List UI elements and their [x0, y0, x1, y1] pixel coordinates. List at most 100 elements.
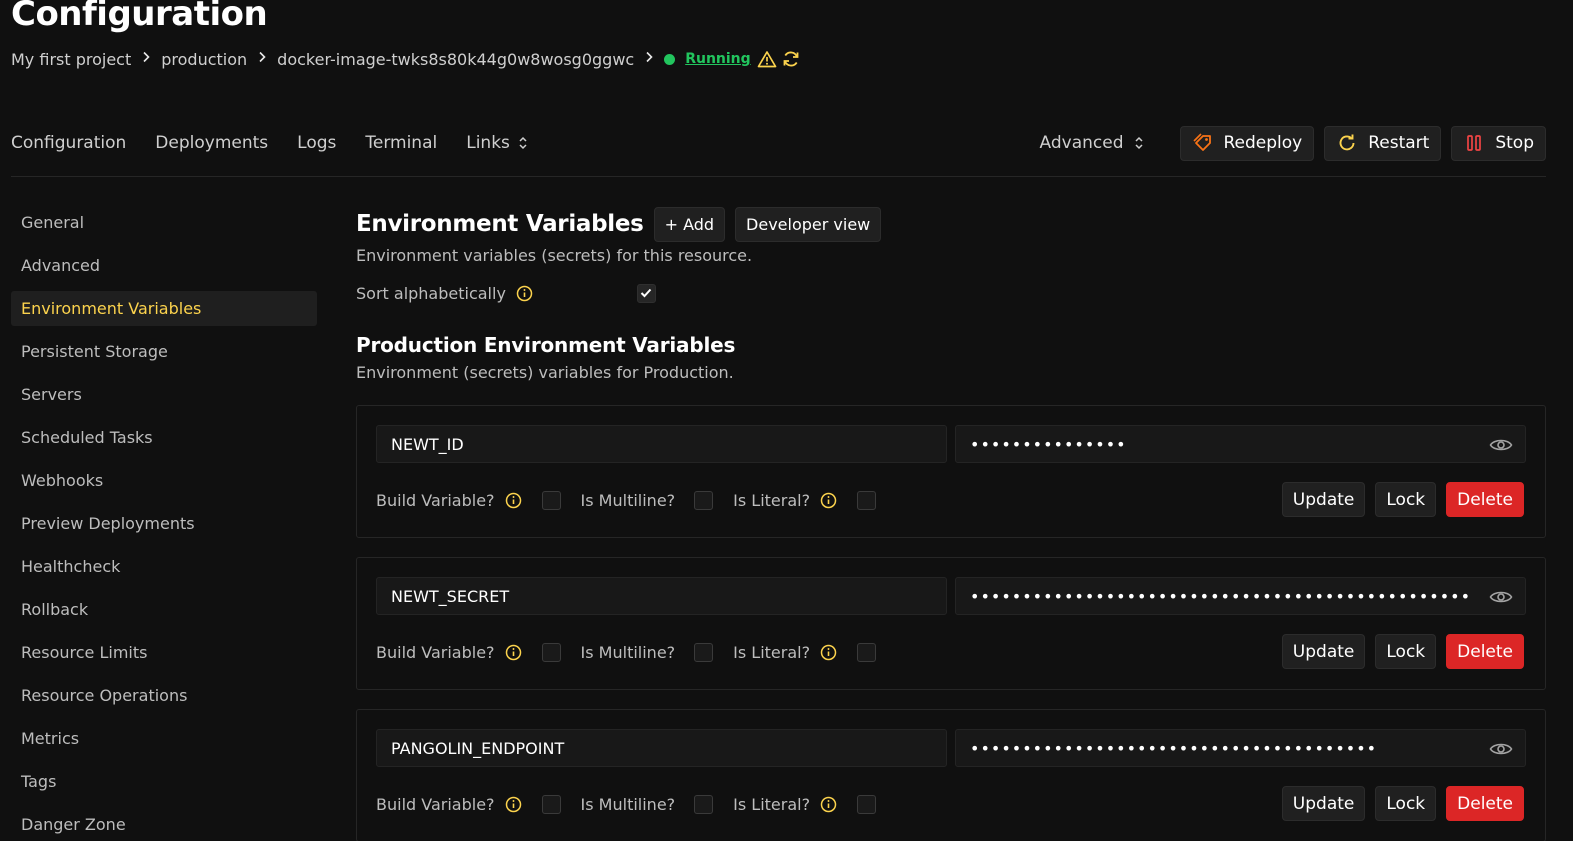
env-var-card: NEWT_ID ••••••••••••••• Build Variable? …	[356, 405, 1546, 538]
variable-key-input[interactable]: NEWT_ID	[376, 425, 947, 463]
sidebar-item-environment-variables[interactable]: Environment Variables	[11, 291, 317, 326]
add-variable-button[interactable]: + Add	[653, 206, 726, 242]
is-multiline-checkbox[interactable]	[694, 642, 714, 662]
tab-links[interactable]: Links	[466, 133, 528, 153]
env-header: Environment Variables + Add Developer vi…	[356, 205, 1546, 243]
sidebar-item-danger-zone[interactable]: Danger Zone	[11, 807, 317, 841]
sidebar: General Advanced Environment Variables P…	[11, 205, 317, 841]
build-variable-checkbox[interactable]	[541, 642, 561, 662]
checkmark-icon	[641, 288, 652, 298]
sidebar-item-tags[interactable]: Tags	[11, 764, 317, 799]
delete-button[interactable]: Delete	[1446, 786, 1524, 821]
update-button[interactable]: Update	[1281, 786, 1366, 821]
tab-terminal[interactable]: Terminal	[365, 133, 437, 153]
sidebar-item-resource-operations[interactable]: Resource Operations	[11, 678, 317, 713]
info-icon[interactable]	[820, 492, 837, 509]
variable-value-masked: •••••••••••••••••••••••••••••••••••••••	[970, 738, 1378, 758]
breadcrumb-environment[interactable]: production	[161, 50, 247, 69]
tab-configuration[interactable]: Configuration	[11, 133, 126, 153]
chevron-right-icon	[258, 51, 266, 67]
lock-button[interactable]: Lock	[1375, 482, 1437, 517]
is-literal-checkbox[interactable]	[857, 642, 877, 662]
restart-button[interactable]: Restart	[1324, 125, 1442, 161]
info-icon[interactable]	[505, 644, 522, 661]
restart-label: Restart	[1368, 133, 1430, 153]
breadcrumb-resource[interactable]: docker-image-twks8s80k44g0w8wosg0ggwc	[277, 50, 634, 69]
build-variable-checkbox[interactable]	[541, 490, 561, 510]
build-variable-label: Build Variable?	[376, 490, 495, 510]
redeploy-button[interactable]: Redeploy	[1179, 125, 1315, 161]
eye-icon[interactable]	[1489, 437, 1513, 453]
redeploy-icon	[1192, 132, 1214, 154]
production-description: Environment (secrets) variables for Prod…	[356, 363, 734, 382]
lock-button[interactable]: Lock	[1375, 786, 1437, 821]
tab-logs[interactable]: Logs	[297, 133, 336, 153]
chevron-right-icon	[645, 51, 653, 67]
sidebar-item-webhooks[interactable]: Webhooks	[11, 463, 317, 498]
is-multiline-checkbox[interactable]	[694, 794, 714, 814]
variable-value-input[interactable]: •••••••••••••••••••••••••••••••••••••••	[955, 729, 1526, 767]
variable-key-input[interactable]: PANGOLIN_ENDPOINT	[376, 729, 947, 767]
chevron-up-down-icon	[518, 135, 528, 151]
is-literal-label: Is Literal?	[733, 490, 811, 510]
sort-row: Sort alphabetically	[356, 280, 1546, 306]
sidebar-item-metrics[interactable]: Metrics	[11, 721, 317, 756]
info-icon[interactable]	[820, 644, 837, 661]
redeploy-label: Redeploy	[1223, 133, 1303, 153]
chevron-right-icon	[142, 51, 150, 67]
sidebar-item-rollback[interactable]: Rollback	[11, 592, 317, 627]
eye-icon[interactable]	[1489, 589, 1513, 605]
sort-label: Sort alphabetically	[356, 283, 506, 303]
update-button[interactable]: Update	[1281, 634, 1366, 669]
status-dot	[664, 53, 676, 65]
variable-value-input[interactable]: ••••••••••••••••••••••••••••••••••••••••…	[955, 577, 1526, 615]
developer-view-button[interactable]: Developer view	[735, 206, 882, 242]
is-literal-label: Is Literal?	[733, 642, 811, 662]
section-description: Environment variables (secrets) for this…	[356, 246, 753, 265]
sidebar-item-advanced[interactable]: Advanced	[11, 248, 317, 283]
is-multiline-checkbox[interactable]	[694, 490, 714, 510]
stop-button[interactable]: Stop	[1451, 125, 1546, 161]
sidebar-item-scheduled-tasks[interactable]: Scheduled Tasks	[11, 420, 317, 455]
nav-divider	[11, 176, 1546, 177]
is-literal-checkbox[interactable]	[857, 794, 877, 814]
build-variable-checkbox[interactable]	[541, 794, 561, 814]
breadcrumb-project[interactable]: My first project	[11, 50, 131, 69]
status-link[interactable]: Running	[685, 51, 750, 67]
page-title: Configuration	[11, 0, 268, 34]
warning-icon[interactable]	[757, 50, 777, 68]
lock-button[interactable]: Lock	[1375, 634, 1437, 669]
sidebar-item-healthcheck[interactable]: Healthcheck	[11, 549, 317, 584]
is-multiline-label: Is Multiline?	[580, 794, 676, 814]
info-icon[interactable]	[820, 796, 837, 813]
sort-alphabetically-checkbox[interactable]	[636, 283, 656, 303]
restart-icon	[1336, 132, 1358, 154]
advanced-dropdown[interactable]: Advanced	[1040, 133, 1144, 153]
delete-button[interactable]: Delete	[1446, 482, 1524, 517]
advanced-dropdown-label: Advanced	[1039, 133, 1124, 153]
eye-icon[interactable]	[1489, 741, 1513, 757]
tab-links-label: Links	[466, 133, 510, 153]
variable-value-input[interactable]: •••••••••••••••	[955, 425, 1526, 463]
main-content: Environment Variables + Add Developer vi…	[356, 205, 1546, 841]
sidebar-item-general[interactable]: General	[11, 205, 317, 240]
is-literal-label: Is Literal?	[733, 794, 811, 814]
update-button[interactable]: Update	[1281, 482, 1366, 517]
variable-actions: Update Lock Delete	[1272, 634, 1524, 669]
is-multiline-label: Is Multiline?	[580, 490, 676, 510]
info-icon[interactable]	[516, 285, 533, 302]
sidebar-item-servers[interactable]: Servers	[11, 377, 317, 412]
info-icon[interactable]	[505, 492, 522, 509]
variable-key-input[interactable]: NEWT_SECRET	[376, 577, 947, 615]
production-title: Production Environment Variables	[356, 333, 736, 357]
sidebar-item-persistent-storage[interactable]: Persistent Storage	[11, 334, 317, 369]
env-var-card: PANGOLIN_ENDPOINT ••••••••••••••••••••••…	[356, 709, 1546, 841]
is-literal-checkbox[interactable]	[857, 490, 877, 510]
variable-value-masked: •••••••••••••••	[970, 434, 1127, 454]
reload-icon[interactable]	[781, 49, 801, 69]
sidebar-item-preview-deployments[interactable]: Preview Deployments	[11, 506, 317, 541]
delete-button[interactable]: Delete	[1446, 634, 1524, 669]
tab-deployments[interactable]: Deployments	[155, 133, 268, 153]
sidebar-item-resource-limits[interactable]: Resource Limits	[11, 635, 317, 670]
info-icon[interactable]	[505, 796, 522, 813]
